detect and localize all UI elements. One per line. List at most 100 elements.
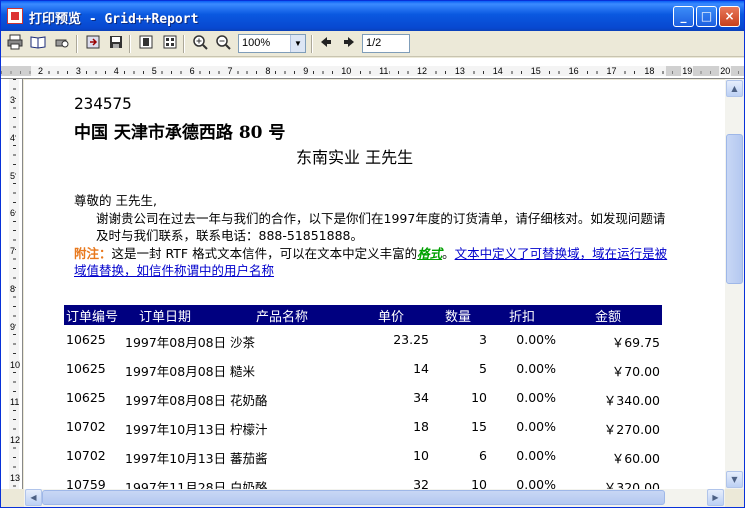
header-product-name: 产品名称 (256, 310, 309, 325)
cell-discount: 0.00% (516, 361, 556, 376)
printer-setup-icon[interactable] (52, 34, 72, 54)
vertical-scrollbar[interactable]: ▲ ▼ (725, 79, 744, 489)
print-icon[interactable] (5, 34, 25, 54)
cell-order-id: 10625 (66, 361, 106, 376)
page-setup-icon[interactable] (28, 34, 48, 54)
cell-product-name: 糙米 (230, 364, 256, 379)
table-row: 10702 1997年10月13日 蕃茄酱 10 6 0.00% ￥60.00 (64, 443, 662, 472)
table-row: 10759 1997年11月28日 白奶酪 32 10 0.00% ￥320.00 (64, 472, 662, 489)
cell-discount: 0.00% (516, 419, 556, 434)
cell-order-id: 10759 (66, 477, 106, 489)
cell-quantity: 10 (471, 477, 487, 489)
cell-discount: 0.00% (516, 390, 556, 405)
table-row: 10625 1997年08月08日 糙米 14 5 0.00% ￥70.00 (64, 356, 662, 385)
chevron-down-icon[interactable]: ▼ (290, 35, 305, 52)
horizontal-scrollbar[interactable]: ◀ ▶ (24, 489, 725, 507)
cell-quantity: 5 (479, 361, 487, 376)
report-page: 234575 中国 天津市承德西路 80 号 东南实业 王先生 尊敬的 王先生,… (24, 80, 725, 489)
ruler-tick-label: 11 (10, 397, 20, 408)
ruler-tick-label: 6 (188, 66, 196, 76)
ruler-tick-label: 5 (10, 170, 16, 181)
note-paragraph: 附注：这是一封 RTF 格式文本信件，可以在文本中定义丰富的格式。文本中定义了可… (74, 245, 674, 280)
cell-discount: 0.00% (516, 332, 556, 347)
table-row: 10625 1997年08月08日 花奶酪 34 10 0.00% ￥340.00 (64, 385, 662, 414)
ruler-tick-label: 19 (681, 66, 694, 76)
vertical-scroll-thumb[interactable] (726, 134, 743, 284)
header-quantity: 数量 (445, 310, 472, 325)
header-order-id: 订单编号 (66, 310, 119, 325)
cell-product-name: 柠檬汁 (230, 422, 268, 437)
zoom-value: 100% (242, 37, 271, 49)
cell-unit-price: 23.25 (393, 332, 429, 347)
zip-code: 234575 (74, 94, 132, 113)
cell-unit-price: 14 (413, 361, 429, 376)
ruler-tick-label: 16 (567, 66, 580, 76)
ruler-tick-label: 7 (10, 246, 16, 257)
cell-product-name: 白奶酪 (230, 480, 268, 489)
cell-unit-price: 32 (413, 477, 429, 489)
single-page-icon[interactable] (136, 34, 156, 54)
page-number-input[interactable]: 1/2 (362, 34, 410, 53)
cell-quantity: 6 (479, 448, 487, 463)
recipient: 东南实业 王先生 (296, 148, 414, 167)
note-label: 附注： (74, 245, 112, 261)
table-row: 10702 1997年10月13日 柠檬汁 18 15 0.00% ￥270.00 (64, 414, 662, 443)
ruler-tick-label: 3 (74, 66, 82, 76)
zoom-in-icon[interactable] (190, 34, 210, 54)
cell-product-name: 花奶酪 (230, 393, 268, 408)
ruler-tick-label: 11 (378, 66, 390, 76)
horizontal-scroll-thumb[interactable] (42, 490, 665, 505)
cell-order-date: 1997年08月08日 (125, 335, 227, 350)
toolbar: 100% ▼ 1/2 (1, 31, 744, 57)
cell-order-date: 1997年10月13日 (125, 451, 227, 466)
letter-body: 尊敬的 王先生, 谢谢贵公司在过去一年与我们的合作，以下是你们在1997年度的订… (74, 192, 674, 280)
previous-page-icon[interactable] (316, 34, 336, 54)
close-button[interactable]: × (719, 6, 740, 27)
ruler-tick-label: 9 (302, 66, 310, 76)
ruler-tick-label: 6 (10, 208, 16, 219)
table-header: 订单编号 订单日期 产品名称 单价 数量 折扣 金额 (64, 305, 662, 325)
cell-unit-price: 18 (413, 419, 429, 434)
ruler-tick-label: 17 (605, 66, 618, 76)
title-bar[interactable]: 打印预览 - Grid++Report _ □ × (1, 1, 744, 31)
cell-discount: 0.00% (516, 448, 556, 463)
note-styled: 格式 (417, 245, 443, 261)
header-amount: 金额 (595, 310, 622, 325)
ruler-tick-label: 8 (264, 66, 272, 76)
ruler-tick-label: 9 (10, 321, 16, 332)
cell-order-id: 10625 (66, 332, 106, 347)
zoom-select[interactable]: 100% ▼ (238, 34, 306, 53)
minimize-button[interactable]: _ (673, 6, 694, 27)
ruler-tick-label: 4 (112, 66, 120, 76)
cell-amount: ￥320.00 (603, 480, 660, 489)
scroll-left-icon[interactable]: ◀ (25, 489, 42, 506)
cell-amount: ￥60.00 (611, 451, 660, 466)
scroll-right-icon[interactable]: ▶ (707, 489, 724, 506)
ruler-tick-label: 7 (226, 66, 234, 76)
ruler-tick-label: 4 (10, 132, 16, 143)
vertical-ruler: 3 4 5 6 7 8 9 10 11 12 13 (1, 79, 23, 489)
ruler-tick-label: 12 (416, 66, 429, 76)
next-page-icon[interactable] (339, 34, 359, 54)
cell-unit-price: 34 (413, 390, 429, 405)
ruler-tick-label: 2 (37, 66, 45, 76)
save-icon[interactable] (106, 34, 126, 54)
ruler-tick-label: 20 (719, 66, 732, 76)
cell-amount: ￥69.75 (611, 335, 660, 350)
app-icon (7, 8, 23, 24)
multi-page-icon[interactable] (160, 34, 180, 54)
cell-quantity: 10 (471, 390, 487, 405)
cell-order-id: 10702 (66, 419, 106, 434)
cell-order-date: 1997年08月08日 (125, 393, 227, 408)
cell-quantity: 3 (479, 332, 487, 347)
zoom-out-icon[interactable] (213, 34, 233, 54)
scroll-down-icon[interactable]: ▼ (726, 471, 743, 488)
maximize-button[interactable]: □ (696, 6, 717, 27)
cell-product-name: 蕃茄酱 (230, 451, 268, 466)
ruler-tick-label: 14 (491, 66, 504, 76)
cell-amount: ￥270.00 (603, 422, 660, 437)
address: 中国 天津市承德西路 80 号 (74, 123, 286, 143)
scroll-up-icon[interactable]: ▲ (726, 80, 743, 97)
horizontal-ruler: 2 3 4 5 6 7 8 9 10 11 12 13 14 15 16 17 18 19 20 (1, 58, 744, 79)
export-icon[interactable] (83, 34, 103, 54)
